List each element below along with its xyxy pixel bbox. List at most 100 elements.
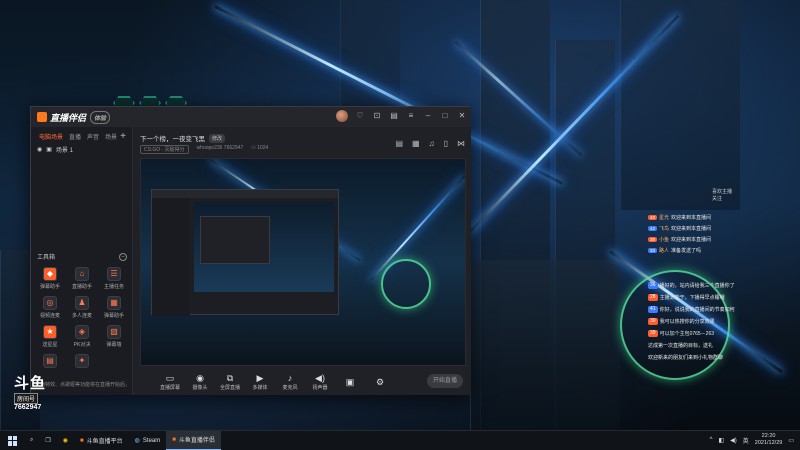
add-source-icon[interactable]: + bbox=[120, 131, 126, 142]
extra-icon: ✦ bbox=[75, 354, 89, 368]
input-language[interactable]: 英 bbox=[743, 436, 749, 445]
tool-multi-link[interactable]: ♟ 多人连麦 bbox=[67, 296, 97, 319]
avatar[interactable] bbox=[336, 110, 348, 122]
network-icon[interactable]: ◧ bbox=[718, 437, 724, 444]
tool-extra[interactable]: ✦ bbox=[67, 354, 97, 370]
tab-live[interactable]: 直播 bbox=[69, 132, 81, 143]
record-icon: ▣ bbox=[345, 376, 355, 387]
chat-nick: 小鱼 bbox=[659, 237, 670, 243]
maximize-icon[interactable]: □ bbox=[440, 111, 450, 121]
taskbar-app-platform[interactable]: ■ 斗鱼直播平台 bbox=[74, 431, 129, 450]
notification-icon[interactable]: ▭ bbox=[788, 437, 794, 444]
toolbar-label: 直播屏幕 bbox=[160, 385, 181, 391]
volume-icon[interactable]: ◀) bbox=[730, 437, 737, 444]
clock[interactable]: 22:20 2021/12/29 bbox=[755, 433, 783, 447]
side-info-line: 喜欢主播 bbox=[712, 189, 733, 195]
edit-title-button[interactable]: 修改 bbox=[209, 133, 226, 143]
speaker-button[interactable]: ◀) 扬声器 bbox=[310, 373, 330, 391]
version-badge[interactable]: 体验 bbox=[90, 110, 111, 124]
settings-menu-icon[interactable]: ≡ bbox=[406, 111, 416, 121]
level-badge: 30 bbox=[648, 318, 658, 325]
tab-audio[interactable]: 声音 bbox=[87, 132, 99, 143]
tool-more[interactable]: ▤ bbox=[35, 354, 65, 370]
visibility-icon[interactable]: ◉ bbox=[37, 146, 42, 153]
tool-chat[interactable]: ▦ 弹幕助手 bbox=[99, 296, 129, 319]
star-icon: ★ bbox=[43, 325, 57, 339]
bell-icon[interactable]: ♫ bbox=[429, 139, 435, 148]
live-companion-window: 直播伴侣 体验 ♡ ⊡ ▤ ≡ – □ ✕ 电脑场景 直播 声音 场景 + ◉ … bbox=[30, 106, 471, 395]
chat-text: 主播太能干，下播得早点睡哦 bbox=[659, 295, 725, 301]
title-bar: 直播伴侣 体验 ♡ ⊡ ▤ ≡ – □ ✕ bbox=[31, 107, 471, 127]
mobile-icon[interactable]: ▯ bbox=[444, 139, 448, 148]
taskbar-steam[interactable]: ◍ Steam bbox=[129, 431, 167, 450]
tool-danmaku[interactable]: ◆ 弹幕助手 bbox=[35, 267, 65, 290]
tool-wall[interactable]: ▧ 弹幕墙 bbox=[99, 325, 129, 348]
category-tag[interactable]: CS:GO · 灭敌得分 bbox=[140, 145, 189, 154]
taskbar-douyu[interactable]: ■ 斗鱼直播伴侣 bbox=[166, 430, 221, 450]
douyu-logo: 斗鱼 房间号 7662947 bbox=[14, 372, 58, 411]
chat-line: 欢迎新来的朋友们来到小礼物群聊 bbox=[648, 354, 800, 361]
source-toolbar: ▭ 直播屏幕 ◉ 摄像头 ⧉ 全屏直播 ▶ 多媒体 ♪ 麦克风 ◀) 扬声器 ▣ ⚙ bbox=[134, 370, 471, 394]
chat-nick: 路人 bbox=[659, 248, 670, 254]
file-icon[interactable]: ▤ bbox=[389, 111, 399, 121]
tool-label: PK对决 bbox=[73, 342, 91, 348]
share-icon[interactable]: ⋈ bbox=[457, 139, 465, 148]
collapse-icon[interactable]: – bbox=[119, 252, 127, 261]
start-live-button[interactable]: 开始直播 bbox=[427, 374, 463, 388]
stream-meta: CS:GO · 灭敌得分 whoopo236 7662947 ⚇ 1024 bbox=[140, 145, 268, 154]
chat-nick: 星光 bbox=[659, 215, 670, 221]
grid-icon[interactable]: ▦ bbox=[412, 139, 420, 148]
tool-task[interactable]: ☰ 主播任务 bbox=[99, 267, 129, 290]
steam-icon: ◍ bbox=[134, 438, 140, 444]
room-id: whoopo236 7662947 bbox=[196, 145, 244, 151]
fullscreen-button[interactable]: ⧉ 全屏直播 bbox=[220, 373, 240, 391]
level-badge: 36 bbox=[648, 282, 658, 289]
media-icon: ▶ bbox=[256, 373, 264, 383]
windows-start-icon[interactable] bbox=[8, 435, 18, 446]
tool-pk[interactable]: ◈ PK对决 bbox=[67, 325, 97, 348]
chat-text: 欢迎来到本直播间 bbox=[671, 226, 712, 232]
gear-icon: ⚙ bbox=[375, 376, 385, 387]
record-button[interactable]: ▣ bbox=[340, 377, 360, 388]
camera-button[interactable]: ◉ 摄像头 bbox=[190, 373, 210, 391]
chat-text: 达成第一次直播的目标，送礼 bbox=[648, 343, 714, 349]
taskbar-search[interactable]: ⌕ bbox=[24, 431, 39, 450]
tool-label: 送星星 bbox=[42, 342, 58, 348]
settings-button[interactable]: ⚙ bbox=[370, 377, 390, 388]
chat-overlay-bottom: 36 播好的，站内请给我三个直播你了 28 主播太能干，下播得早点睡哦 41 你好，说… bbox=[648, 282, 800, 366]
taskbar-taskview[interactable]: ❐ bbox=[39, 431, 56, 450]
scene-item[interactable]: ◉ ▣ 场景 1 bbox=[31, 143, 132, 156]
tray-chevron-icon[interactable]: ^ bbox=[710, 437, 713, 443]
toolbar-label: 麦克风 bbox=[282, 385, 298, 391]
screen-button[interactable]: ▭ 直播屏幕 bbox=[160, 373, 180, 391]
level-badge: 41 bbox=[648, 306, 658, 313]
scene-label: 场景 1 bbox=[55, 148, 73, 154]
notes-icon[interactable]: ▤ bbox=[395, 139, 403, 148]
tab-scene[interactable]: 电脑场景 bbox=[39, 132, 63, 143]
chat-line: 38 小鱼 欢迎来到本直播间 bbox=[648, 236, 800, 243]
taskbar-label: 斗鱼直播平台 bbox=[86, 439, 123, 445]
stream-preview[interactable] bbox=[140, 158, 466, 366]
taskbar-chrome[interactable]: ◉ bbox=[57, 431, 74, 450]
taskview-icon: ❐ bbox=[45, 438, 51, 444]
level-badge: 38 bbox=[648, 237, 658, 242]
gift-icon[interactable]: ⊡ bbox=[372, 111, 382, 121]
taskbar: ⌕ ❐ ◉ ■ 斗鱼直播平台 ◍ Steam ■ 斗鱼直播伴侣 ^ ◧ ◀) 英 22… bbox=[0, 430, 800, 450]
tab-scenes[interactable]: 场景 bbox=[105, 132, 117, 143]
tool-star[interactable]: ★ 送星星 bbox=[35, 325, 65, 348]
close-icon[interactable]: ✕ bbox=[457, 111, 467, 121]
tool-assistant[interactable]: ⌂ 直播助手 bbox=[67, 267, 97, 290]
level-badge: 42 bbox=[648, 226, 658, 231]
tool-label: 弹幕助手 bbox=[103, 313, 124, 319]
tool-label: 多人连麦 bbox=[71, 313, 92, 319]
header-actions: ▤ ▦ ♫ ▯ ⋈ bbox=[395, 139, 465, 148]
media-button[interactable]: ▶ 多媒体 bbox=[250, 373, 270, 391]
mic-button[interactable]: ♪ 麦克风 bbox=[280, 373, 300, 391]
minimize-icon[interactable]: – bbox=[423, 111, 433, 121]
left-panel: 电脑场景 直播 声音 场景 + ◉ ▣ 场景 1 工具箱 – ◆ 弹幕助手 ⌂ 直播… bbox=[31, 127, 133, 395]
chat-line: 30 我可以热搜你的分享效果 bbox=[648, 318, 800, 325]
level-badge: 28 bbox=[648, 294, 658, 301]
tool-video-link[interactable]: ◎ 视频连麦 bbox=[35, 296, 65, 319]
left-tabs: 电脑场景 直播 声音 场景 bbox=[31, 127, 132, 143]
heart-icon[interactable]: ♡ bbox=[355, 111, 365, 121]
